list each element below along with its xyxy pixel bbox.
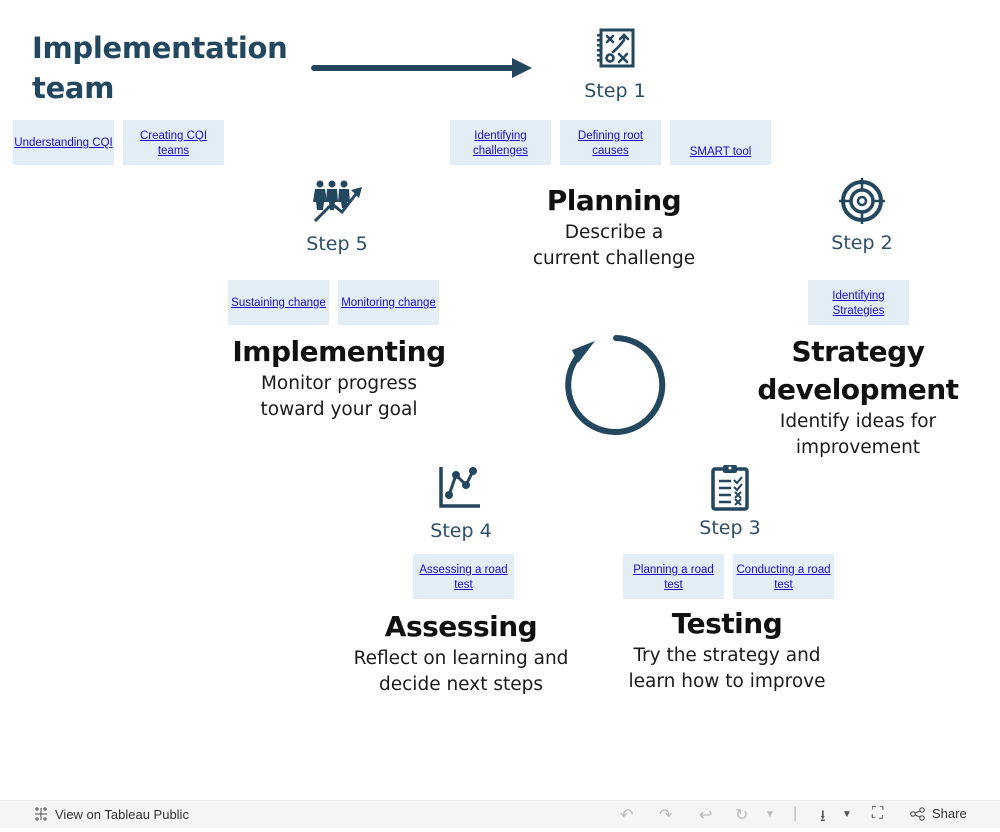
- page-title: Implementation team: [32, 28, 312, 108]
- download-icon[interactable]: ⭳: [820, 805, 826, 832]
- link-box-creating-cqi-teams: Creating CQI teams: [123, 120, 224, 165]
- phase-description: Describe a: [564, 222, 664, 243]
- link-box-smart-tool: SMART tool: [670, 120, 771, 165]
- step-3-label: Step 3: [699, 517, 761, 539]
- phase-title: Testing: [671, 607, 783, 640]
- phase-strategy-development: Strategy development Identify ideas for …: [738, 333, 978, 461]
- step-1-label: Step 1: [584, 80, 646, 102]
- undo-icon[interactable]: ↶: [620, 805, 633, 825]
- view-on-tableau-public-label: View on Tableau Public: [55, 806, 189, 822]
- share-label: Share: [932, 806, 967, 821]
- phase-planning: Planning Describe a current challenge: [494, 182, 734, 272]
- step-4-label: Step 4: [430, 520, 492, 542]
- link-box-assessing-road-test: Assessing a road test: [413, 554, 514, 599]
- clipboard-checklist-icon: [711, 465, 749, 511]
- phase-title: Implementing: [232, 335, 446, 368]
- phase-description: toward your goal: [260, 399, 418, 420]
- phase-title: Strategy: [791, 335, 925, 368]
- phase-description: decide next steps: [379, 674, 543, 695]
- link-assessing-road-test[interactable]: Assessing a road test: [413, 561, 514, 593]
- link-defining-root-causes[interactable]: Defining root causes: [560, 127, 661, 159]
- view-on-tableau-public-link[interactable]: View on Tableau Public: [33, 806, 189, 822]
- link-identifying-strategies[interactable]: Identifying Strategies: [808, 287, 909, 319]
- share-icon: [910, 806, 925, 821]
- phase-assessing: Assessing Reflect on learning and decide…: [330, 608, 592, 698]
- phase-description: Monitor progress: [260, 373, 418, 394]
- phase-implementing: Implementing Monitor progress toward you…: [208, 333, 470, 423]
- link-box-monitoring-change: Monitoring change: [338, 280, 439, 325]
- target-icon: [839, 178, 885, 224]
- phase-testing: Testing Try the strategy and learn how t…: [596, 605, 858, 695]
- line-chart-icon: [439, 467, 480, 508]
- tableau-logo-icon: [35, 807, 47, 821]
- phase-description: improvement: [795, 437, 921, 458]
- people-growth-icon: [313, 180, 362, 223]
- link-box-identifying-strategies: Identifying Strategies: [808, 280, 909, 325]
- title-line-1: Implementation: [32, 31, 288, 65]
- link-box-sustaining-change: Sustaining change: [228, 280, 329, 325]
- phase-title: development: [757, 373, 959, 406]
- revert-icon[interactable]: ↩: [699, 805, 712, 825]
- redo-icon[interactable]: ↷: [659, 805, 672, 825]
- step-5-label: Step 5: [306, 233, 368, 255]
- link-understanding-cqi[interactable]: Understanding CQI: [14, 134, 112, 151]
- toolbar-divider: |: [793, 805, 798, 822]
- fullscreen-icon[interactable]: ⛶: [872, 805, 883, 823]
- link-box-planning-road-test: Planning a road test: [623, 554, 724, 599]
- link-box-identifying-challenges: Identifying challenges: [450, 120, 551, 165]
- phase-description: learn how to improve: [628, 671, 826, 692]
- link-sustaining-change[interactable]: Sustaining change: [231, 294, 326, 311]
- phase-title: Planning: [546, 184, 682, 217]
- link-creating-cqi-teams[interactable]: Creating CQI teams: [123, 127, 224, 159]
- link-identifying-challenges[interactable]: Identifying challenges: [450, 127, 551, 159]
- link-box-conducting-road-test: Conducting a road test: [733, 554, 834, 599]
- phase-title: Assessing: [384, 610, 538, 643]
- download-dropdown-icon[interactable]: ▼: [842, 809, 852, 820]
- step-2-label: Step 2: [831, 232, 893, 254]
- link-planning-road-test[interactable]: Planning a road test: [623, 561, 724, 593]
- link-box-defining-root-causes: Defining root causes: [560, 120, 661, 165]
- phase-description: current challenge: [532, 248, 696, 269]
- title-line-2: team: [32, 71, 115, 105]
- cycle-arrow-icon: [565, 335, 666, 435]
- right-arrow-icon: [311, 58, 532, 78]
- refresh-icon[interactable]: ↻: [735, 805, 748, 825]
- link-conducting-road-test[interactable]: Conducting a road test: [733, 561, 834, 593]
- strategy-board-icon: [597, 28, 635, 68]
- link-smart-tool[interactable]: SMART tool: [690, 143, 752, 165]
- pause-dropdown-icon[interactable]: ▼: [765, 809, 775, 820]
- share-button[interactable]: Share: [910, 806, 967, 821]
- link-box-understanding-cqi: Understanding CQI: [13, 120, 114, 165]
- phase-description: Reflect on learning and: [353, 648, 569, 669]
- phase-description: Identify ideas for: [779, 411, 937, 432]
- tableau-toolbar: View on Tableau Public ↶ ↷ ↩ ↻ ▼ | ⭳ ▼ ⛶…: [0, 800, 1000, 828]
- link-monitoring-change[interactable]: Monitoring change: [341, 294, 436, 311]
- phase-description: Try the strategy and: [633, 645, 821, 666]
